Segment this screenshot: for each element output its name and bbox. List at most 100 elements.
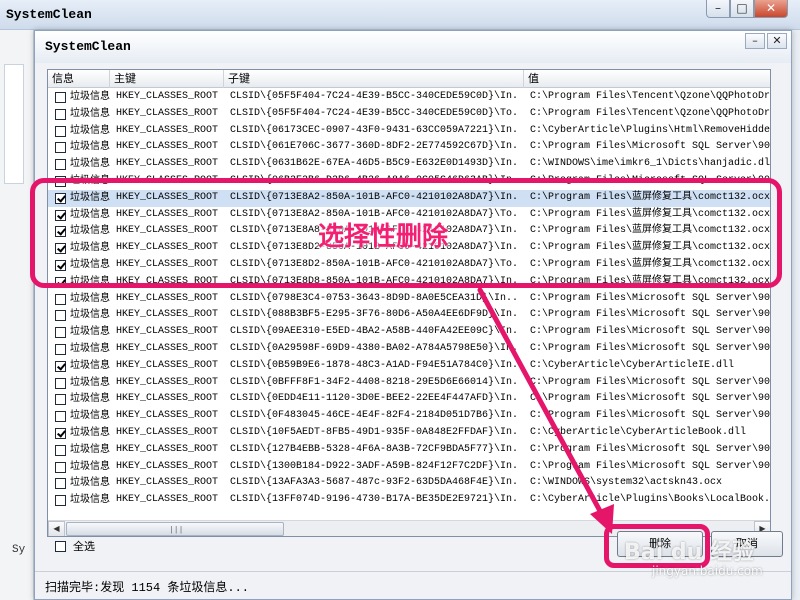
row-checkbox[interactable] [55, 159, 66, 171]
column-header-key[interactable]: 主键 [110, 70, 224, 88]
row-subkey-cell: CLSID\{05F5F404-7C24-4E39-B5CC-340CEDE59… [230, 91, 520, 102]
column-header-subkey[interactable]: 子键 [224, 70, 524, 88]
row-checkbox[interactable] [55, 411, 66, 423]
list-header: 信息 主键 子键 值 [48, 70, 770, 88]
row-key-cell: HKEY_CLASSES_ROOT [116, 158, 219, 170]
row-value-cell: C:\CyberArticle\CyberArticleBook.dll [530, 427, 747, 438]
row-value-cell: C:\Program Files\Microsoft SQL Server\90… [530, 343, 771, 354]
row-info-cell: 垃圾信息 [70, 359, 110, 371]
row-checkbox[interactable] [55, 108, 66, 120]
row-checkbox[interactable] [55, 310, 66, 322]
scroll-grip-icon: ||| [169, 526, 184, 535]
list-row[interactable]: 垃圾信息 HKEY_CLASSES_ROOT CLSID\{0631B62E-67E… [48, 156, 770, 173]
row-value-cell: C:\CyberArticle\Plugins\Books\LocalBook.… [530, 494, 771, 506]
column-header-value[interactable]: 值 [524, 70, 770, 88]
column-header-info[interactable]: 信息 [48, 70, 110, 88]
row-checkbox[interactable] [55, 327, 66, 339]
select-all-label: 全选 [73, 540, 95, 553]
row-checkbox[interactable] [55, 478, 66, 490]
dialog-close-button[interactable]: ✕ [767, 33, 787, 49]
row-checkbox[interactable] [55, 92, 66, 103]
dialog-titlebar[interactable]: SystemClean – ✕ [35, 31, 791, 63]
list-row[interactable]: 垃圾信息 HKEY_CLASSES_ROOT CLSID\{13AFA3A3-568… [48, 475, 770, 492]
row-checkbox[interactable] [55, 293, 66, 305]
row-info-cell: 垃圾信息 [70, 141, 110, 153]
background-window-title: SystemClean [6, 7, 92, 22]
background-titlebar: SystemClean – □ ✕ [0, 0, 800, 30]
list-row[interactable]: 垃圾信息 HKEY_CLASSES_ROOT CLSID\{09AEE310-E5E… [48, 324, 770, 341]
row-value-cell: C:\Program Files\Microsoft SQL Server\90… [530, 309, 771, 321]
row-key-cell: HKEY_CLASSES_ROOT [116, 141, 219, 153]
row-checkbox[interactable] [55, 461, 66, 473]
row-checkbox[interactable] [55, 377, 66, 389]
row-checkbox[interactable] [55, 428, 66, 439]
close-button[interactable]: ✕ [754, 0, 788, 18]
list-row[interactable]: 垃圾信息 HKEY_CLASSES_ROOT CLSID\{06173CEC-090… [48, 123, 771, 140]
list-row[interactable]: 垃圾信息 HKEY_CLASSES_ROOT CLSID\{061E706C-367… [48, 139, 771, 156]
row-subkey-cell: CLSID\{127B4EBB-5328-4F6A-8A3B-72CF9BDA5… [230, 443, 520, 455]
row-checkbox[interactable] [55, 495, 66, 507]
row-value-cell: C:\CyberArticle\Plugins\Html\RemoveHidde… [530, 124, 771, 136]
row-info-cell: 垃圾信息 [70, 393, 110, 405]
row-value-cell: C:\Program Files\Tencent\Qzone\QQPhotoDr… [530, 91, 771, 102]
row-value-cell: C:\Program Files\Microsoft SQL Server\90… [530, 141, 771, 153]
row-subkey-cell: CLSID\{13FF074D-9196-4730-B17A-BE35DE2E9… [230, 494, 520, 506]
row-key-cell: HKEY_CLASSES_ROOT [116, 292, 219, 304]
annotation-label: 选择性删除 [318, 222, 449, 252]
dialog-title: SystemClean [45, 39, 131, 54]
list-row[interactable]: 垃圾信息 HKEY_CLASSES_ROOT CLSID\{0BFFF8F1-34F… [48, 375, 770, 392]
row-key-cell: HKEY_CLASSES_ROOT [116, 91, 219, 102]
row-value-cell: C:\Program Files\Microsoft SQL Server\90… [530, 393, 771, 405]
list-row[interactable]: 垃圾信息 HKEY_CLASSES_ROOT CLSID\{0798E3C4-075… [48, 291, 770, 308]
row-info-cell: 垃圾信息 [70, 158, 110, 170]
scroll-thumb[interactable]: ||| [66, 522, 284, 536]
list-row[interactable]: 垃圾信息 HKEY_CLASSES_ROOT CLSID\{1300B184-D92… [48, 459, 770, 476]
watermark-url: jingyan.baidu.com [652, 564, 763, 578]
row-info-cell: 垃圾信息 [70, 326, 110, 338]
row-value-cell: C:\CyberArticle\CyberArticleIE.dll [530, 359, 735, 371]
row-info-cell: 垃圾信息 [70, 494, 110, 506]
list-row[interactable]: 垃圾信息 HKEY_CLASSES_ROOT CLSID\{0B59B9E6-187… [48, 358, 770, 375]
dialog-minimize-button[interactable]: – [745, 33, 765, 49]
row-key-cell: HKEY_CLASSES_ROOT [116, 410, 219, 422]
row-subkey-cell: CLSID\{061E706C-3677-360D-8DF2-2E774592C… [230, 141, 520, 153]
list-row[interactable]: 垃圾信息 HKEY_CLASSES_ROOT CLSID\{10F5AEDT-8FB… [48, 425, 770, 442]
row-key-cell: HKEY_CLASSES_ROOT [116, 460, 219, 472]
junk-list-view[interactable]: 信息 主键 子键 值 垃圾信息 HKEY_CLASSES_ROOT CLSID\{0… [47, 69, 771, 537]
select-all-box[interactable] [55, 541, 66, 552]
row-subkey-cell: CLSID\{1300B184-D922-3ADF-A59B-824F12F7C… [230, 460, 520, 472]
list-row[interactable]: 垃圾信息 HKEY_CLASSES_ROOT CLSID\{05F5F404-7C2… [48, 89, 771, 106]
row-checkbox[interactable] [55, 444, 66, 456]
background-side-text: Sy [12, 544, 26, 556]
row-subkey-cell: CLSID\{0BFFF8F1-34F2-4408-8218-29E5D6E66… [230, 376, 520, 388]
list-row[interactable]: 垃圾信息 HKEY_CLASSES_ROOT CLSID\{13FF074D-919… [48, 492, 771, 509]
row-checkbox[interactable] [55, 360, 66, 372]
scroll-left-arrow-icon[interactable]: ◀ [48, 521, 65, 536]
row-checkbox[interactable] [55, 344, 66, 355]
row-checkbox[interactable] [55, 394, 66, 406]
minimize-button[interactable]: – [706, 0, 730, 18]
row-subkey-cell: CLSID\{10F5AEDT-8FB5-49D1-935F-0A848E2FF… [230, 427, 520, 438]
row-checkbox[interactable] [55, 142, 66, 154]
background-panel [4, 64, 24, 184]
list-row[interactable]: 垃圾信息 HKEY_CLASSES_ROOT CLSID\{0F483045-46C… [48, 408, 770, 425]
select-all-checkbox[interactable]: 全选 [55, 539, 135, 555]
row-value-cell: C:\Program Files\Microsoft SQL Server\90… [530, 443, 771, 455]
row-key-cell: HKEY_CLASSES_ROOT [116, 494, 219, 506]
row-checkbox[interactable] [55, 125, 66, 137]
row-info-cell: 垃圾信息 [70, 292, 110, 304]
list-row[interactable]: 垃圾信息 HKEY_CLASSES_ROOT CLSID\{088B3BF5-E29… [48, 307, 771, 324]
row-subkey-cell: CLSID\{0A29598F-69D9-4380-BA02-A784A5798… [230, 343, 520, 354]
list-row[interactable]: 垃圾信息 HKEY_CLASSES_ROOT CLSID\{0A29598F-69D… [48, 341, 771, 358]
list-row[interactable]: 垃圾信息 HKEY_CLASSES_ROOT CLSID\{05F5F404-7C2… [48, 106, 770, 123]
list-row[interactable]: 垃圾信息 HKEY_CLASSES_ROOT CLSID\{0EDD4E11-112… [48, 391, 771, 408]
maximize-button[interactable]: □ [730, 0, 754, 18]
row-info-cell: 垃圾信息 [70, 91, 110, 102]
row-subkey-cell: CLSID\{13AFA3A3-5687-487c-93F2-63D5DA468… [230, 477, 520, 489]
list-row[interactable]: 垃圾信息 HKEY_CLASSES_ROOT CLSID\{127B4EBB-532… [48, 442, 771, 459]
row-info-cell: 垃圾信息 [70, 460, 110, 472]
row-key-cell: HKEY_CLASSES_ROOT [116, 309, 219, 321]
watermark-logo: Bai du 经验 [624, 540, 754, 565]
row-info-cell: 垃圾信息 [70, 107, 110, 119]
row-key-cell: HKEY_CLASSES_ROOT [116, 427, 219, 438]
